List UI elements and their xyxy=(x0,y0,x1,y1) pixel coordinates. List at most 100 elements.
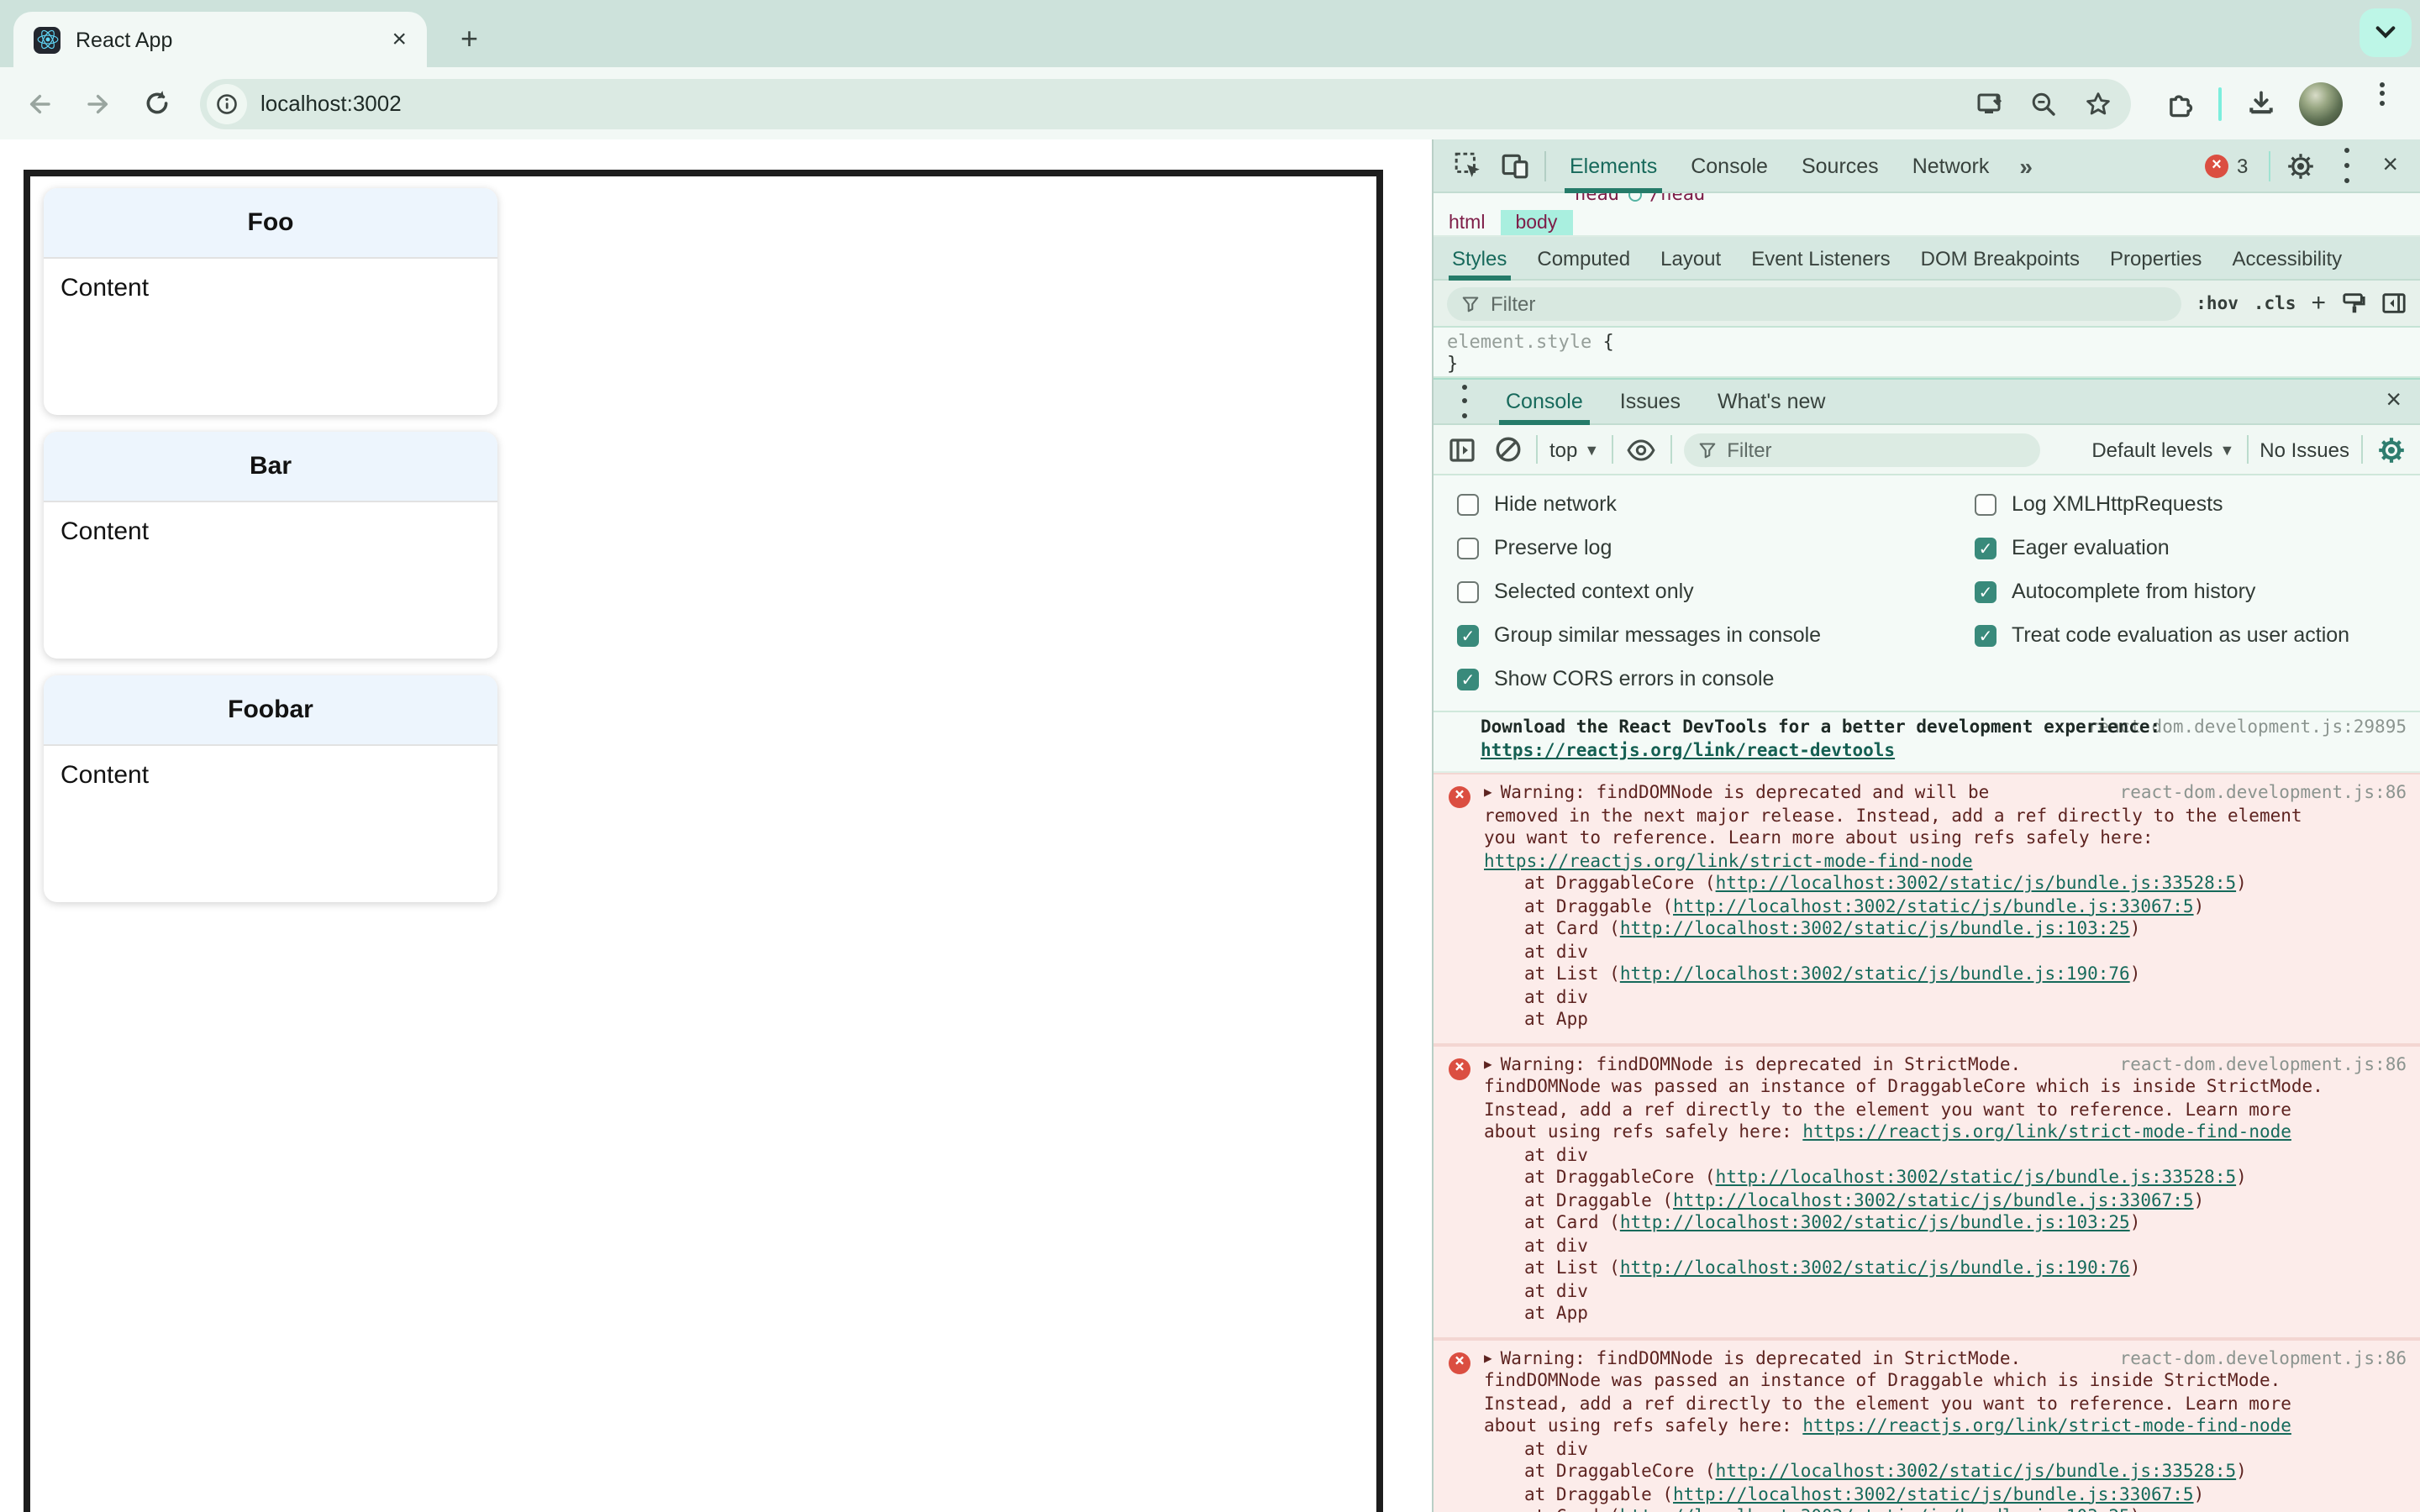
browser-tab[interactable]: React App × xyxy=(13,12,427,67)
checkbox-unchecked-icon[interactable] xyxy=(1457,580,1479,602)
devtools-close-icon[interactable]: × xyxy=(2370,150,2410,181)
tab-console[interactable]: Console xyxy=(1674,139,1785,192)
checkbox-unchecked-icon[interactable] xyxy=(1457,493,1479,515)
rendering-emulation-icon[interactable] xyxy=(2341,291,2366,316)
tab-layout[interactable]: Layout xyxy=(1645,237,1736,279)
console-settings-gear-icon[interactable] xyxy=(2375,433,2408,466)
card-foobar[interactable]: Foobar Content xyxy=(44,675,497,902)
console-source-link[interactable]: react-dom.development.js:86 xyxy=(2120,1054,2407,1077)
tab-drawer-issues[interactable]: Issues xyxy=(1602,380,1699,423)
console-link[interactable]: http://localhost:3002/static/js/bundle.j… xyxy=(1620,1258,2130,1278)
downloads-icon[interactable] xyxy=(2238,81,2282,125)
console-filter-input[interactable]: Filter xyxy=(1683,433,2040,466)
console-setting-row[interactable]: ✓ Show CORS errors in console xyxy=(1434,657,1951,701)
console-setting-row[interactable]: Log XMLHttpRequests xyxy=(1951,482,2420,526)
console-source-link[interactable]: react-dom.development.js:86 xyxy=(2120,1348,2407,1371)
back-button[interactable] xyxy=(17,81,60,125)
tab-event-listeners[interactable]: Event Listeners xyxy=(1736,237,1905,279)
console-link[interactable]: https://reactjs.org/link/react-devtools xyxy=(1481,740,1895,760)
console-setting-row[interactable]: Preserve log xyxy=(1434,526,1951,570)
drawer-menu-icon[interactable] xyxy=(1444,381,1484,422)
console-link[interactable]: http://localhost:3002/static/js/bundle.j… xyxy=(1620,919,2130,939)
card-bar[interactable]: Bar Content xyxy=(44,432,497,659)
console-setting-row[interactable]: Hide network xyxy=(1434,482,1951,526)
tab-network[interactable]: Network xyxy=(1896,139,2007,192)
console-link[interactable]: http://localhost:3002/static/js/bundle.j… xyxy=(1673,1484,2194,1504)
console-link[interactable]: http://localhost:3002/static/js/bundle.j… xyxy=(1716,874,2237,894)
console-setting-row[interactable]: Selected context only xyxy=(1434,570,1951,613)
tab-dom-breakpoints[interactable]: DOM Breakpoints xyxy=(1906,237,2095,279)
issues-counter[interactable]: No Issues xyxy=(2260,438,2349,461)
live-expression-eye-icon[interactable] xyxy=(1624,433,1658,466)
console-link[interactable]: https://reactjs.org/link/strict-mode-fin… xyxy=(1802,1122,2291,1142)
expand-caret-icon[interactable]: ▶ xyxy=(1484,781,1492,804)
breadcrumb-body[interactable]: body xyxy=(1500,210,1573,235)
install-app-icon[interactable] xyxy=(1970,83,2010,123)
checkbox-checked-icon[interactable]: ✓ xyxy=(1975,624,1996,646)
checkbox-checked-icon[interactable]: ✓ xyxy=(1975,580,1996,602)
expand-caret-icon[interactable]: ▶ xyxy=(1484,1347,1492,1369)
console-sidebar-icon[interactable] xyxy=(1445,433,1479,466)
console-source-link[interactable]: react-dom.development.js:86 xyxy=(2120,783,2407,806)
console-setting-row[interactable]: ✓ Treat code evaluation as user action xyxy=(1951,613,2420,657)
card-foo[interactable]: Foo Content xyxy=(44,188,497,415)
expand-caret-icon[interactable]: ▶ xyxy=(1484,1053,1492,1075)
context-selector[interactable]: top ▼ xyxy=(1549,438,1599,461)
reload-button[interactable] xyxy=(134,81,178,125)
url-text[interactable]: localhost:3002 xyxy=(260,91,1956,116)
tab-properties[interactable]: Properties xyxy=(2095,237,2217,279)
element-style-rule[interactable]: element.style { } xyxy=(1434,328,2420,378)
tab-elements[interactable]: Elements xyxy=(1553,139,1674,193)
new-style-rule-icon[interactable]: + xyxy=(2311,290,2326,315)
console-link[interactable]: http://localhost:3002/static/js/bundle.j… xyxy=(1620,964,2130,984)
console-link[interactable]: http://localhost:3002/static/js/bundle.j… xyxy=(1716,1462,2237,1482)
site-info-icon[interactable] xyxy=(207,83,247,123)
clear-console-icon[interactable] xyxy=(1491,433,1524,466)
tab-drawer-console[interactable]: Console xyxy=(1487,380,1602,425)
console-link[interactable]: http://localhost:3002/static/js/bundle.j… xyxy=(1673,1190,2194,1210)
console-link[interactable]: https://reactjs.org/link/strict-mode-fin… xyxy=(1802,1416,2291,1436)
tab-styles[interactable]: Styles xyxy=(1437,237,1522,281)
tab-drawer-whats-new[interactable]: What's new xyxy=(1699,380,1844,423)
tab-accessibility[interactable]: Accessibility xyxy=(2217,237,2357,279)
console-setting-row[interactable]: ✓ Eager evaluation xyxy=(1951,526,2420,570)
checkbox-checked-icon[interactable]: ✓ xyxy=(1457,624,1479,646)
styles-filter-input[interactable]: Filter xyxy=(1447,286,2181,320)
console-link[interactable]: http://localhost:3002/static/js/bundle.j… xyxy=(1620,1507,2130,1512)
profile-avatar[interactable] xyxy=(2299,81,2343,125)
console-setting-row[interactable]: ✓ Autocomplete from history xyxy=(1951,570,2420,613)
tab-computed[interactable]: Computed xyxy=(1522,237,1645,279)
checkbox-unchecked-icon[interactable] xyxy=(1975,493,1996,515)
extensions-icon[interactable] xyxy=(2158,81,2202,125)
toggle-hover-state[interactable]: :hov xyxy=(2196,293,2238,313)
checkbox-unchecked-icon[interactable] xyxy=(1457,537,1479,559)
toggle-classes[interactable]: .cls xyxy=(2254,293,2296,313)
zoom-out-icon[interactable] xyxy=(2023,83,2064,123)
console-link[interactable]: http://localhost:3002/static/js/bundle.j… xyxy=(1673,896,2194,916)
url-bar[interactable]: localhost:3002 xyxy=(200,78,2131,129)
checkbox-checked-icon[interactable]: ✓ xyxy=(1975,537,1996,559)
console-link[interactable]: http://localhost:3002/static/js/bundle.j… xyxy=(1716,1168,2237,1188)
tab-close-icon[interactable]: × xyxy=(388,27,410,52)
forward-button[interactable] xyxy=(76,81,119,125)
inspect-element-icon[interactable] xyxy=(1447,145,1487,186)
console-setting-row[interactable]: ✓ Group similar messages in console xyxy=(1434,613,1951,657)
bookmark-star-icon[interactable] xyxy=(2077,83,2118,123)
dom-node-fragment[interactable]: /head xyxy=(1649,193,1705,205)
breadcrumb-html[interactable]: html xyxy=(1434,210,1500,235)
browser-controls-button[interactable] xyxy=(2360,8,2412,57)
card-header[interactable]: Foobar xyxy=(44,675,497,746)
checkbox-checked-icon[interactable]: ✓ xyxy=(1457,668,1479,690)
console-link[interactable]: https://reactjs.org/link/strict-mode-fin… xyxy=(1484,851,1973,871)
device-toolbar-icon[interactable] xyxy=(1494,145,1534,186)
log-levels-selector[interactable]: Default levels ▼ xyxy=(2091,438,2234,461)
new-tab-button[interactable]: + xyxy=(460,24,478,54)
settings-gear-icon[interactable] xyxy=(2280,145,2320,186)
console-link[interactable]: http://localhost:3002/static/js/bundle.j… xyxy=(1620,1213,2130,1233)
more-tabs-icon[interactable]: » xyxy=(2006,152,2046,179)
browser-menu-icon[interactable] xyxy=(2360,81,2403,125)
tab-sources[interactable]: Sources xyxy=(1785,139,1896,192)
toggle-sidebar-icon[interactable] xyxy=(2381,291,2407,316)
drawer-close-icon[interactable]: × xyxy=(2374,386,2413,417)
error-badge[interactable]: × 3 xyxy=(2204,154,2248,177)
